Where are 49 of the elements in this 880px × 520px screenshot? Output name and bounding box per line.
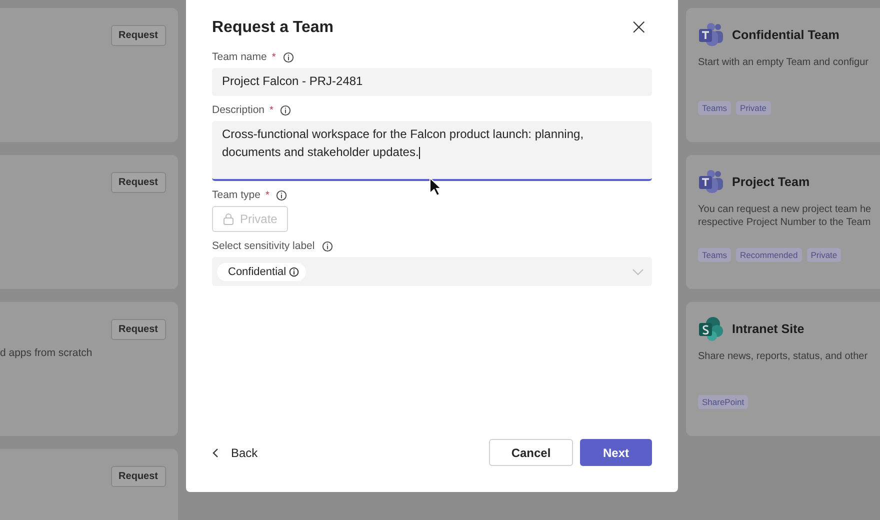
card-description: You can request a new project team he bbox=[698, 203, 872, 216]
template-card[interactable]: Project Team You can request a new project team he respective Project Number to the Team Teams Recommended Private bbox=[686, 155, 880, 289]
tag: Private bbox=[736, 101, 771, 115]
card-description: respective Project Number to the Team bbox=[698, 216, 872, 229]
tag: Teams bbox=[698, 101, 732, 115]
field-label: Select sensitivity label bbox=[212, 240, 315, 252]
request-button[interactable]: Request bbox=[110, 319, 166, 340]
template-card[interactable]: Confidential Team Start with an empty Team and configur Teams Private bbox=[686, 8, 880, 142]
card-title: Intranet Site bbox=[732, 322, 804, 336]
card-description: Start with an empty Team and configur bbox=[698, 56, 870, 69]
field-label: Team name bbox=[212, 51, 267, 63]
card-description: d apps from scratch bbox=[0, 347, 92, 359]
chevron-left-icon bbox=[212, 448, 219, 458]
field-label: Description bbox=[212, 104, 265, 116]
required-mark: * bbox=[270, 104, 274, 116]
info-icon[interactable] bbox=[322, 240, 333, 252]
tag: Private bbox=[806, 248, 842, 262]
chevron-down-icon bbox=[632, 268, 644, 276]
info-icon[interactable] bbox=[280, 104, 292, 116]
required-mark: * bbox=[265, 190, 270, 200]
card-title: Project Team bbox=[732, 175, 810, 189]
request-button[interactable]: Request bbox=[110, 466, 166, 487]
lock-icon bbox=[223, 213, 234, 225]
required-mark: * bbox=[272, 52, 276, 62]
request-button[interactable]: Request bbox=[110, 172, 166, 193]
card-title: Confidential Team bbox=[732, 28, 840, 42]
back-button[interactable]: Back bbox=[212, 446, 258, 460]
description-field[interactable]: Cross-functional workspace for the Falcon product launch: planning, documents and stakeholder updates. bbox=[212, 121, 652, 181]
sensitivity-select[interactable]: Confidential bbox=[212, 257, 652, 286]
tag: SharePoint bbox=[698, 395, 748, 409]
template-card[interactable]: Intranet Site Share news, reports, status, and other SharePoint bbox=[686, 302, 880, 436]
card-description: Share news, reports, status, and other bbox=[698, 350, 869, 363]
info-icon[interactable] bbox=[282, 52, 294, 62]
info-icon bbox=[289, 266, 300, 276]
next-button[interactable]: Next bbox=[580, 439, 652, 466]
field-label: Team type bbox=[212, 189, 260, 201]
dialog-title: Request a Team bbox=[212, 19, 334, 37]
teams-app-icon bbox=[698, 22, 724, 48]
tag: Recommended bbox=[736, 248, 802, 262]
mouse-cursor-icon bbox=[429, 177, 443, 197]
sharepoint-app-icon bbox=[698, 316, 724, 342]
tag: Teams bbox=[698, 248, 732, 262]
team-name-field[interactable]: Project Falcon - PRJ-2481 bbox=[212, 68, 652, 96]
request-button[interactable]: Request bbox=[110, 25, 166, 46]
cancel-button[interactable]: Cancel bbox=[489, 439, 573, 466]
info-icon[interactable] bbox=[276, 190, 288, 200]
teams-app-icon bbox=[698, 169, 724, 195]
close-button[interactable]: × bbox=[626, 18, 652, 38]
label-chip: Confidential bbox=[217, 262, 306, 280]
